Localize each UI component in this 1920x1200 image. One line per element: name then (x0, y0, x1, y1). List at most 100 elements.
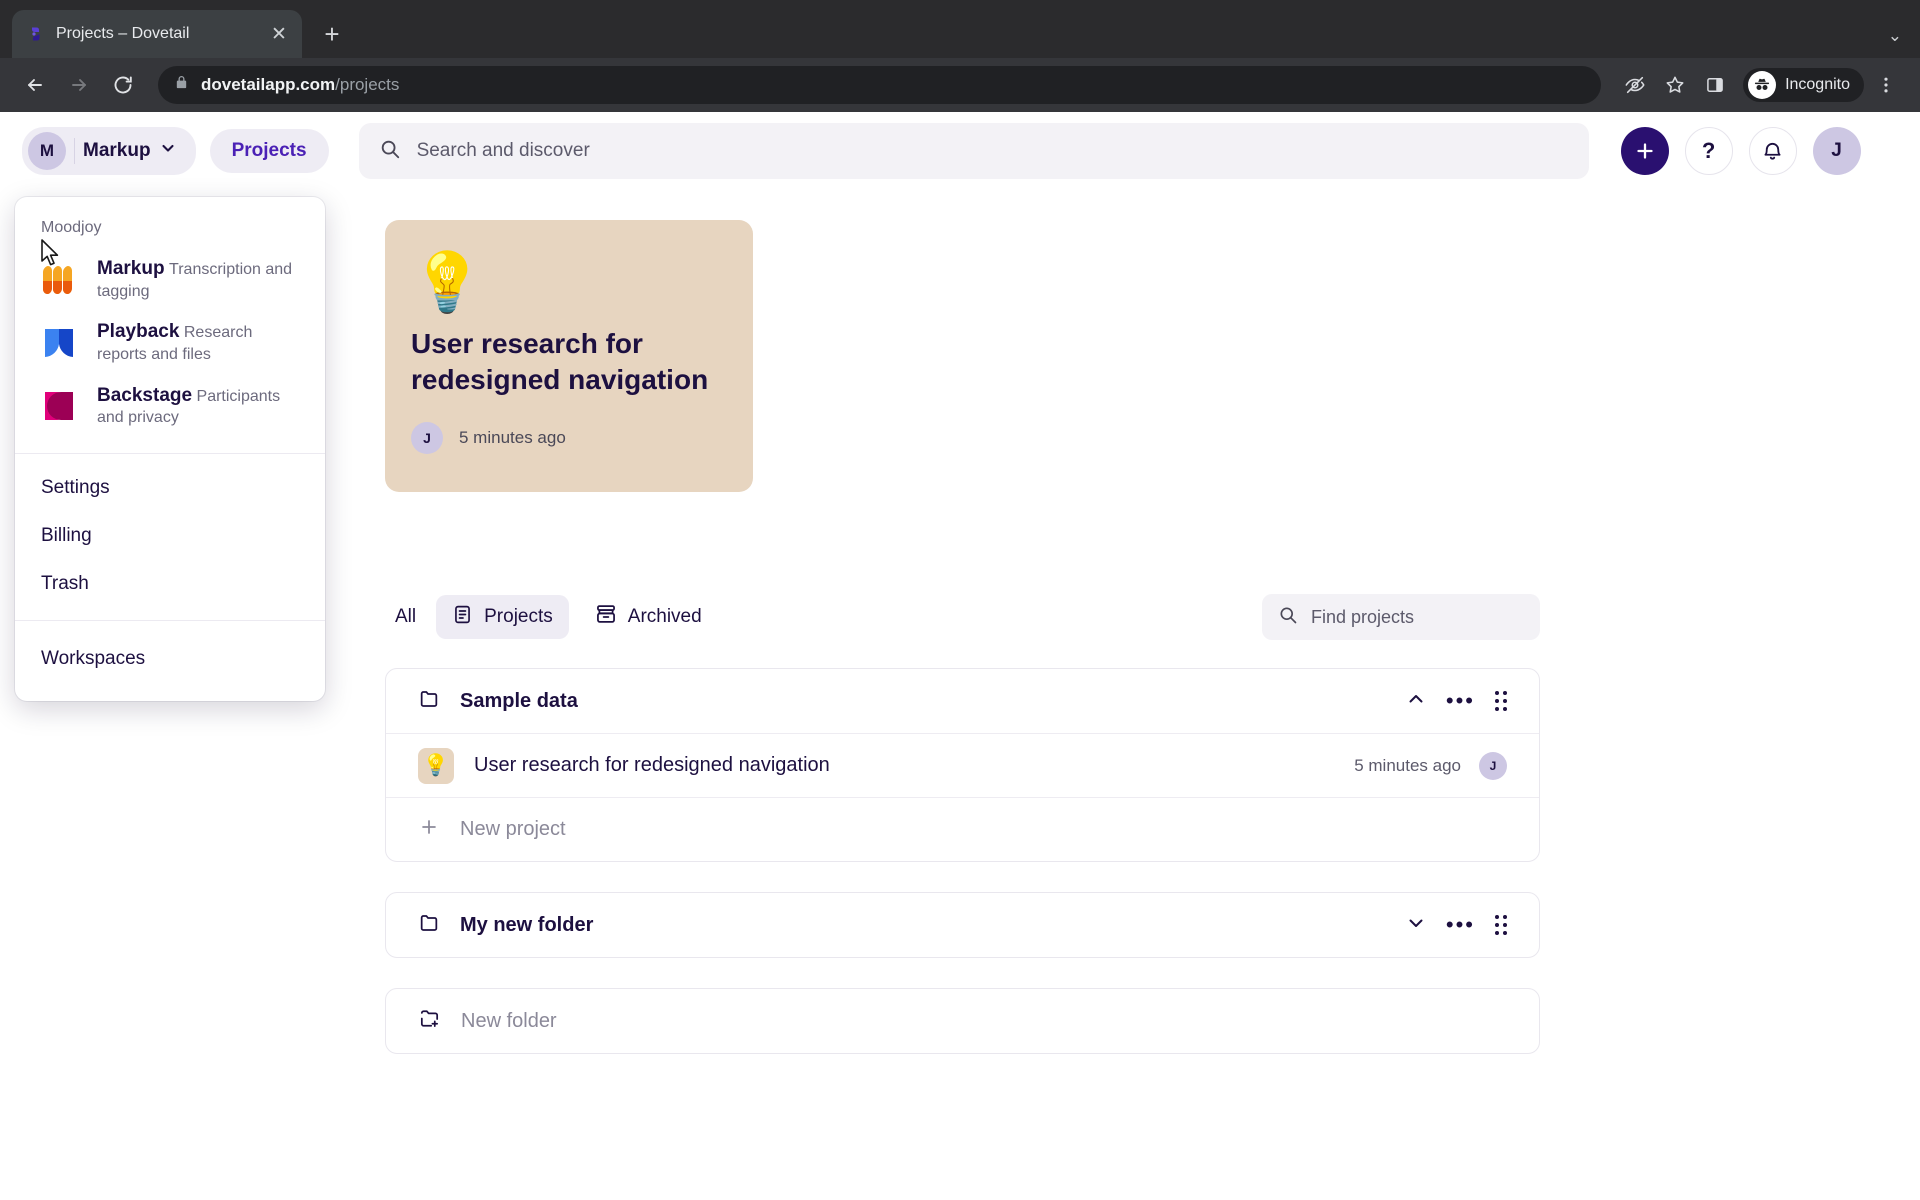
new-folder-label: New folder (461, 1009, 557, 1032)
tab-archived[interactable]: Archived (579, 595, 718, 639)
search-placeholder: Search and discover (416, 140, 590, 161)
chevron-up-icon[interactable] (1406, 689, 1426, 714)
search-input[interactable]: Search and discover (358, 123, 1589, 179)
avatar: J (1479, 751, 1507, 780)
drag-handle-icon[interactable] (1495, 691, 1507, 711)
workspace-name[interactable]: Markup (83, 140, 190, 162)
projects-list-section: All Projects Archived Find projects Samp… (385, 592, 1540, 1054)
help-button[interactable]: ? (1684, 127, 1733, 175)
filter-tabs-row: All Projects Archived Find projects (385, 592, 1540, 642)
user-avatar[interactable]: J (1812, 127, 1861, 175)
menu-item-backstage[interactable]: Backstage Participants and privacy (15, 376, 325, 439)
mouse-cursor-icon (40, 239, 62, 274)
divider (74, 138, 75, 164)
toolbar-icon-group: Incognito (1617, 67, 1904, 103)
eye-slash-icon[interactable] (1617, 67, 1653, 103)
close-icon[interactable]: ✕ (268, 23, 290, 45)
url-path: /projects (335, 75, 400, 94)
folder-name: My new folder (460, 913, 594, 936)
address-bar[interactable]: dovetailapp.com/projects (158, 66, 1602, 104)
project-row[interactable]: 💡 User research for redesigned navigatio… (386, 733, 1539, 797)
folder-panel-my-new-folder: My new folder ••• (385, 892, 1540, 958)
folder-header[interactable]: Sample data ••• (386, 669, 1539, 733)
app-topbar: M Markup Projects Search and discover ? … (0, 112, 1920, 190)
chevron-down-icon (160, 140, 176, 162)
featured-project-card[interactable]: 💡 User research for redesigned navigatio… (385, 220, 753, 492)
menu-app-name: Markup (97, 258, 165, 279)
folder-icon (418, 688, 440, 715)
more-horizontal-icon[interactable]: ••• (1446, 914, 1475, 936)
menu-settings-group: Settings Billing Trash (15, 454, 325, 620)
menu-item-trash[interactable]: Trash (15, 560, 325, 608)
star-icon[interactable] (1657, 67, 1693, 103)
side-panel-icon[interactable] (1697, 67, 1733, 103)
lock-icon (174, 75, 189, 95)
tab-projects-label: Projects (484, 606, 553, 627)
workspace-switcher[interactable]: M Markup (22, 127, 196, 175)
menu-item-settings[interactable]: Settings (15, 464, 325, 512)
folder-actions: ••• (1406, 689, 1507, 714)
tab-title: Projects – Dovetail (56, 25, 190, 42)
chevron-down-icon[interactable] (1406, 913, 1426, 938)
find-projects-input[interactable]: Find projects (1262, 594, 1540, 640)
menu-app-text: Markup Transcription and tagging (97, 257, 299, 302)
incognito-indicator[interactable]: Incognito (1743, 68, 1864, 102)
browser-tab[interactable]: Projects – Dovetail ✕ (12, 10, 302, 58)
menu-app-name: Backstage (97, 384, 193, 406)
drag-handle-icon[interactable] (1495, 915, 1507, 935)
avatar: J (411, 421, 443, 454)
filter-tabs: All Projects Archived (385, 595, 718, 639)
topbar-actions: ? J (1620, 127, 1861, 175)
back-arrow-icon[interactable] (16, 66, 54, 104)
browser-toolbar: dovetailapp.com/projects Incognito (0, 58, 1920, 112)
dovetail-logo-icon (26, 24, 46, 44)
menu-app-name: Playback (97, 321, 180, 343)
lightbulb-icon: 💡 (418, 747, 454, 784)
menu-app-text: Backstage Participants and privacy (97, 384, 299, 429)
incognito-icon (1748, 71, 1777, 99)
find-projects-placeholder: Find projects (1311, 606, 1415, 627)
browser-window: Projects – Dovetail ✕ + ⌄ dovetailapp.co… (0, 0, 1920, 1200)
project-meta: 5 minutes ago J (1354, 751, 1507, 780)
menu-item-billing[interactable]: Billing (15, 512, 325, 560)
lightbulb-icon: 💡 (411, 250, 484, 315)
playback-logo-icon (41, 327, 79, 359)
plus-icon (418, 816, 440, 843)
app-root: M Markup Projects Search and discover ? … (0, 112, 1920, 1200)
archive-box-icon (595, 603, 617, 631)
chevron-down-icon[interactable]: ⌄ (1888, 26, 1902, 46)
backstage-logo-icon (41, 390, 79, 422)
tab-all[interactable]: All (385, 595, 426, 639)
forward-arrow-icon (60, 66, 98, 104)
more-horizontal-icon[interactable]: ••• (1446, 690, 1475, 712)
new-project-row[interactable]: New project (386, 797, 1539, 861)
workspace-name-label: Markup (83, 140, 151, 161)
timestamp: 5 minutes ago (1354, 755, 1461, 775)
folder-name: Sample data (460, 689, 578, 712)
reload-icon[interactable] (104, 66, 142, 104)
folder-icon (418, 912, 440, 939)
menu-item-playback[interactable]: Playback Research reports and files (15, 312, 325, 375)
app-switcher-list: Markup Transcription and tagging Playbac… (15, 249, 325, 453)
search-icon (1278, 605, 1298, 630)
new-folder-panel[interactable]: New folder (385, 988, 1540, 1054)
notifications-button[interactable] (1748, 127, 1797, 175)
new-tab-button[interactable]: + (312, 14, 352, 54)
tab-archived-label: Archived (627, 606, 702, 627)
folder-header[interactable]: My new folder ••• (386, 893, 1539, 957)
nav-projects-pill[interactable]: Projects (209, 129, 329, 173)
menu-app-text: Playback Research reports and files (97, 320, 299, 365)
document-list-icon (452, 604, 473, 631)
search-icon (379, 138, 401, 165)
add-button[interactable] (1620, 127, 1669, 175)
tab-projects[interactable]: Projects (436, 595, 569, 639)
menu-item-workspaces[interactable]: Workspaces (15, 635, 325, 683)
url-text: dovetailapp.com/projects (201, 75, 399, 95)
new-folder-row[interactable]: New folder (386, 989, 1539, 1053)
three-dot-menu-icon[interactable] (1868, 67, 1904, 103)
project-name: User research for redesigned navigation (474, 754, 830, 776)
incognito-label: Incognito (1785, 76, 1850, 93)
workspace-avatar[interactable]: M (28, 132, 66, 170)
url-host: dovetailapp.com (201, 75, 336, 94)
browser-tabstrip: Projects – Dovetail ✕ + ⌄ (0, 0, 1920, 58)
